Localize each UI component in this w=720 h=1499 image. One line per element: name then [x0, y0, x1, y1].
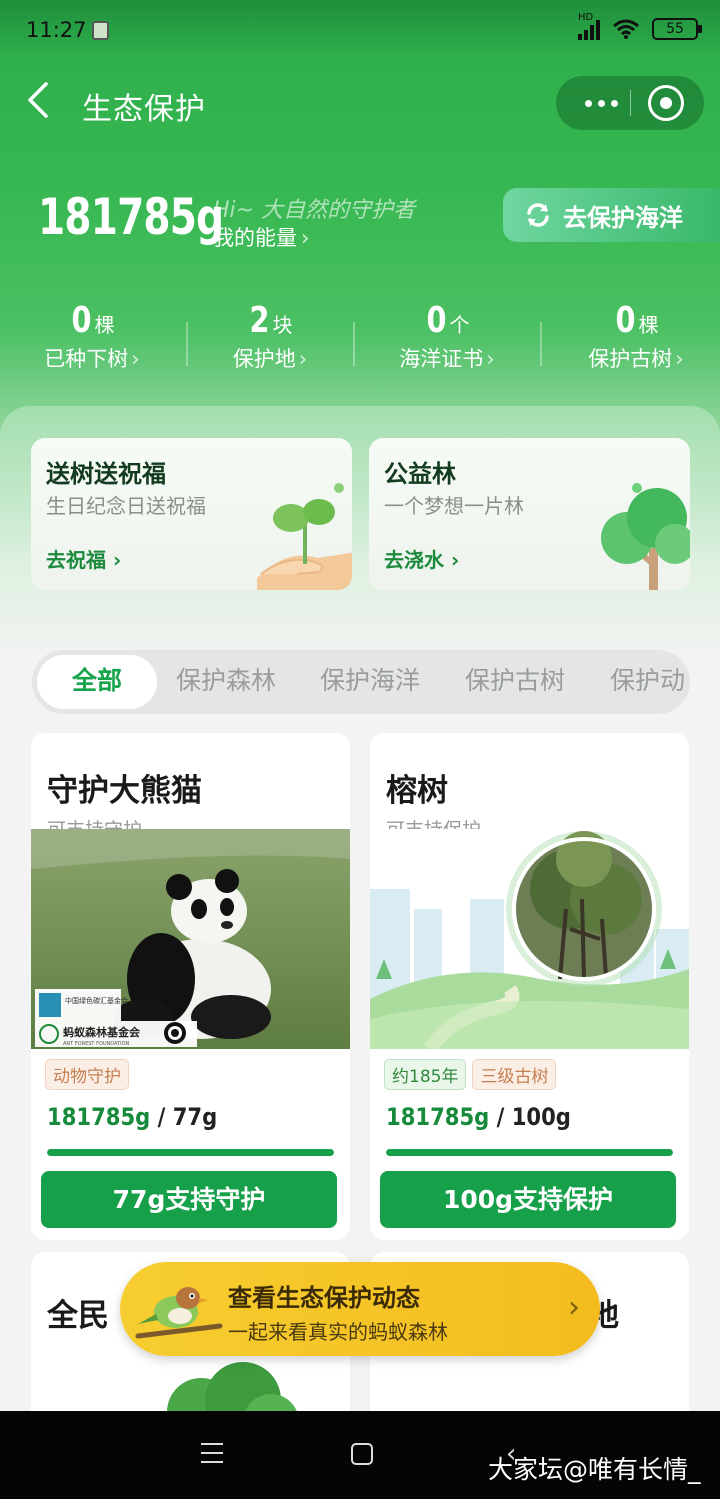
- stat-label: 海洋证书: [399, 347, 484, 371]
- app-notification-icon: [92, 21, 109, 40]
- progress-fill: [47, 1149, 334, 1156]
- banyan-tree-image: [370, 829, 689, 1049]
- card-tags: 动物守护: [45, 1059, 135, 1090]
- nav-bar: 生态保护: [0, 66, 720, 142]
- energy-value: 181785g: [38, 188, 224, 246]
- stat-label: 保护古树: [588, 347, 673, 371]
- promo-title: 送树送祝福: [46, 460, 166, 488]
- category-tabs: 全部 保护森林 保护海洋 保护古树 保护动: [32, 650, 690, 714]
- stat-number: 0: [426, 300, 448, 341]
- stat-ocean-certificates[interactable]: 0个 海洋证书 ›: [357, 300, 537, 373]
- tag-grade: 三级古树: [472, 1059, 557, 1090]
- protect-ocean-button[interactable]: 去保护海洋: [503, 188, 720, 242]
- watermark-text: 大家坛@唯有长情_: [488, 1455, 701, 1484]
- banner-subtitle: 一起来看真实的蚂蚁森林: [228, 1320, 448, 1344]
- chevron-right-icon: ›: [568, 1290, 580, 1325]
- tag: 动物守护: [45, 1059, 129, 1090]
- tab-protect-ocean[interactable]: 保护海洋: [320, 650, 420, 714]
- refresh-icon: [527, 203, 549, 227]
- stat-unit: 棵: [638, 313, 659, 337]
- menu-icon[interactable]: [201, 1443, 223, 1463]
- home-icon[interactable]: [351, 1443, 373, 1465]
- protect-ocean-label: 去保护海洋: [563, 203, 683, 232]
- chevron-left-icon: [28, 82, 48, 118]
- energy-progress-text: 181785g / 77g: [47, 1103, 217, 1131]
- page-title: 生态保护: [82, 92, 206, 127]
- card-title: 全民: [47, 1298, 109, 1334]
- progress-fill: [386, 1149, 673, 1156]
- close-target-icon[interactable]: [648, 85, 684, 121]
- progress-bar: [47, 1149, 334, 1156]
- stat-divider: [540, 322, 542, 366]
- promo-subtitle: 一个梦想一片林: [384, 494, 524, 518]
- tab-protect-animals[interactable]: 保护动: [610, 650, 685, 714]
- mini-program-capsule: [556, 76, 704, 130]
- stat-unit: 个: [449, 313, 470, 337]
- promo-subtitle: 生日纪念日送祝福: [46, 494, 206, 518]
- svg-text:中国绿色碳汇基金会: 中国绿色碳汇基金会: [65, 996, 128, 1005]
- chevron-right-icon: ›: [298, 347, 308, 371]
- tag-age: 约185年: [384, 1059, 467, 1090]
- energy-have: 181785g: [386, 1103, 490, 1131]
- banner-title: 查看生态保护动态: [228, 1284, 420, 1312]
- status-icons: HD 55: [578, 12, 702, 40]
- energy-progress-text: 181785g / 100g: [386, 1103, 571, 1131]
- stat-number: 0: [615, 300, 637, 341]
- stat-label: 已种下树: [44, 347, 129, 371]
- support-protect-button[interactable]: 77g支持守护: [41, 1171, 337, 1228]
- card-title: 守护大熊猫: [47, 773, 202, 809]
- stat-unit: 块: [272, 313, 293, 337]
- back-button[interactable]: [24, 80, 64, 126]
- stat-divider: [353, 322, 355, 366]
- battery-icon: 55: [652, 18, 702, 40]
- ecology-news-banner[interactable]: 查看生态保护动态 一起来看真实的蚂蚁森林 ›: [120, 1262, 600, 1356]
- chevron-right-icon: ›: [301, 226, 310, 250]
- energy-need: / 77g: [157, 1103, 218, 1131]
- panda-image: 中国绿色碳汇基金会 蚂蚁森林基金会 ANT FOREST FOUNDATION: [31, 829, 350, 1049]
- project-card-panda[interactable]: 守护大熊猫 可支持守护 中国绿色碳汇基金会 蚂蚁森林基金会 ANT FOREST…: [31, 733, 350, 1240]
- tab-protect-forest[interactable]: 保护森林: [176, 650, 276, 714]
- support-protect-button[interactable]: 100g支持保护: [380, 1171, 676, 1228]
- stat-trees-planted[interactable]: 0棵 已种下树 ›: [2, 300, 182, 373]
- promo-link[interactable]: 去祝福 ›: [46, 544, 121, 573]
- card-title: 榕树: [386, 773, 448, 809]
- card-tags: 约185年 三级古树: [384, 1059, 562, 1090]
- status-bar: 11:27 HD 55: [0, 0, 720, 62]
- my-energy-link[interactable]: 我的能量 ›: [213, 222, 309, 252]
- energy-need: / 100g: [496, 1103, 571, 1131]
- chevron-right-icon: ›: [131, 347, 140, 371]
- chevron-right-icon: ›: [486, 347, 495, 371]
- capsule-divider: [630, 90, 631, 116]
- energy-have: 181785g: [47, 1103, 151, 1131]
- project-card-banyan[interactable]: 榕树 可支持保护 约185年三级古树 181785g: [370, 733, 689, 1240]
- more-icon[interactable]: [576, 86, 626, 120]
- greeting-text: Hi~ 大自然的守护者: [213, 198, 416, 223]
- promo-card-public-forest[interactable]: 公益林 一个梦想一片林 去浇水 ›: [369, 438, 690, 590]
- promo-link[interactable]: 去浇水 ›: [384, 544, 459, 573]
- stats-row: 0棵 已种下树 › 2块 保护地 › 0个 海洋证书 › 0棵 保护古树 ›: [0, 300, 720, 390]
- svg-text:ANT FOREST FOUNDATION: ANT FOREST FOUNDATION: [63, 1041, 130, 1047]
- svg-text:蚂蚁森林基金会: 蚂蚁森林基金会: [63, 1025, 141, 1039]
- stat-number: 2: [249, 300, 271, 341]
- tab-protect-ancient-trees[interactable]: 保护古树: [465, 650, 565, 714]
- stat-divider: [186, 322, 188, 366]
- stat-protected-land[interactable]: 2块 保护地 ›: [180, 300, 360, 373]
- promo-title: 公益林: [384, 460, 456, 488]
- stat-unit: 棵: [94, 313, 115, 337]
- stat-label: 保护地: [232, 347, 296, 371]
- stat-number: 0: [71, 300, 93, 341]
- bird-icon: [135, 1287, 223, 1339]
- chevron-right-icon: ›: [675, 347, 684, 371]
- seedling-hand-icon: [257, 483, 352, 590]
- wifi-icon: [613, 19, 639, 39]
- my-energy-label: 我的能量: [213, 226, 297, 250]
- tab-all[interactable]: 全部: [37, 655, 157, 709]
- progress-bar: [386, 1149, 673, 1156]
- tree-icon: [601, 483, 690, 590]
- cellular-signal-icon: HD: [578, 12, 600, 40]
- status-time: 11:27: [26, 18, 87, 42]
- promo-card-gift-tree[interactable]: 送树送祝福 生日纪念日送祝福 去祝福 ›: [31, 438, 352, 590]
- stat-ancient-trees[interactable]: 0棵 保护古树 ›: [546, 300, 720, 373]
